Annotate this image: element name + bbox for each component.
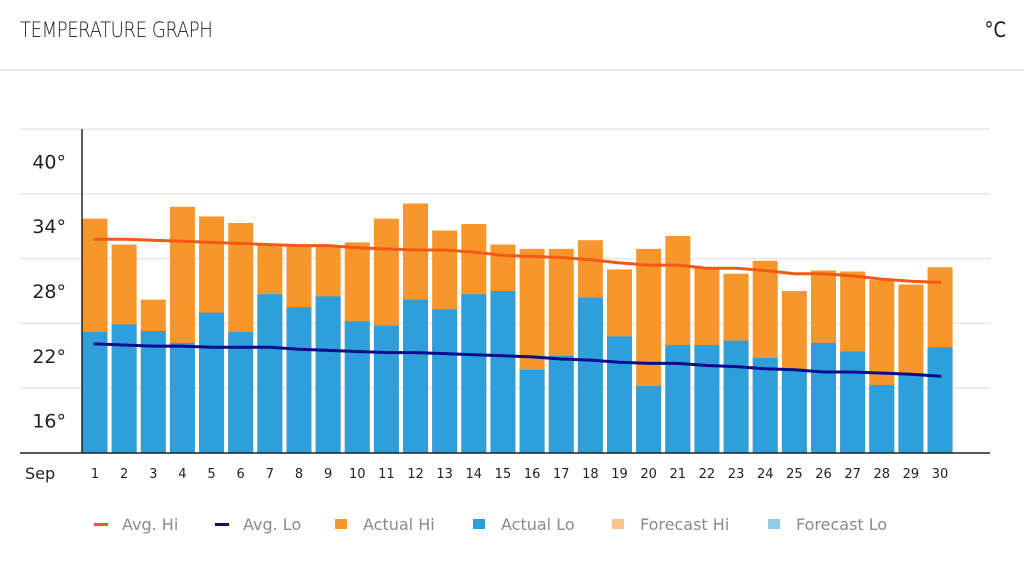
legend-label: Actual Lo [501, 514, 575, 534]
actual-lo-bar [607, 336, 633, 453]
x-tick-label: 18 [582, 467, 599, 482]
actual-lo-bar [811, 342, 836, 453]
actual-lo-bar [228, 332, 254, 453]
x-tick-label: 1 [91, 467, 99, 482]
x-tick-label: 24 [757, 467, 774, 482]
actual-lo-bar [752, 357, 778, 453]
y-tick-label: 40° [32, 151, 66, 173]
actual-lo-bar [373, 325, 399, 453]
x-tick-label: 3 [149, 467, 157, 482]
x-tick-labels: Sep 1 2 3 4 5 6 7 8 9 10 11 12 13 14 15 16 17 18 19 20 21 22 23… [25, 464, 948, 483]
y-tick-label: 22° [32, 346, 66, 368]
actual-lo-bar [840, 351, 866, 453]
chart-legend: Avg. Hi Avg. Lo Actual Hi Actual Lo Forecast… [0, 510, 1024, 538]
actual-lo-bar [315, 296, 341, 453]
x-tick-label: 27 [844, 467, 861, 482]
actual-lo-bar [548, 355, 574, 453]
month-label: Sep [25, 464, 55, 483]
x-tick-label: 23 [728, 467, 745, 482]
x-tick-label: 17 [553, 467, 570, 482]
actual-lo-bar [665, 345, 691, 453]
legend-item[interactable]: Forecast Hi [612, 510, 729, 538]
actual-lo-bar [169, 342, 195, 453]
legend-label: Avg. Lo [243, 514, 302, 534]
x-tick-label: 15 [495, 467, 512, 482]
x-tick-label: 26 [815, 467, 832, 482]
actual-lo-bar [199, 312, 225, 453]
legend-item[interactable]: Avg. Lo [215, 510, 301, 538]
legend-item[interactable]: Avg. Hi [94, 510, 178, 538]
x-tick-label: 4 [178, 467, 186, 482]
actual-lo-bar [140, 330, 166, 453]
legend-item[interactable]: Actual Lo [473, 510, 575, 538]
x-tick-label: 16 [524, 467, 541, 482]
x-tick-label: 7 [266, 467, 274, 482]
legend-label: Actual Hi [363, 514, 435, 534]
actual-lo-bar [257, 294, 283, 453]
x-tick-label: 20 [640, 467, 657, 482]
actual-lo-bar [519, 369, 545, 453]
x-tick-label: 13 [436, 467, 453, 482]
x-tick-label: 5 [207, 467, 215, 482]
actual-lo-bar [869, 384, 895, 453]
x-tick-label: 19 [611, 467, 628, 482]
x-tick-label: 29 [903, 467, 920, 482]
x-tick-label: 8 [295, 467, 303, 482]
actual-lo-bar [577, 297, 603, 453]
actual-lo-bar [636, 386, 662, 453]
x-tick-label: 6 [237, 467, 245, 482]
temperature-chart: 16°22°28°34°40° Sep 1 2 3 4 5 6 7 8 9 10 11 12 13 14 15… [20, 128, 990, 483]
y-tick-label: 34° [32, 216, 66, 238]
y-tick-label: 16° [32, 411, 66, 433]
x-tick-label: 14 [466, 467, 483, 482]
actual-lo-bar [927, 347, 953, 453]
legend-square-icon [473, 519, 485, 529]
legend-item[interactable]: Forecast Lo [768, 510, 887, 538]
x-tick-label: 12 [407, 467, 424, 482]
x-tick-label: 22 [699, 467, 716, 482]
actual-lo-bar [694, 345, 720, 453]
x-tick-label: 11 [378, 467, 395, 482]
actual-lo-bar [82, 332, 108, 453]
actual-lo-bar [898, 373, 924, 453]
x-tick-label: 9 [324, 467, 332, 482]
legend-item[interactable]: Actual Hi [335, 510, 435, 538]
x-tick-label: 28 [874, 467, 891, 482]
legend-square-icon [768, 519, 780, 529]
x-tick-label: 30 [932, 467, 949, 482]
legend-square-icon [612, 519, 624, 529]
x-tick-label: 21 [670, 467, 687, 482]
y-tick-label: 28° [32, 281, 66, 303]
legend-label: Avg. Hi [122, 514, 179, 534]
legend-line-icon [94, 522, 108, 526]
actual-lo-bar [723, 340, 749, 453]
actual-lo-bar [490, 291, 516, 453]
actual-lo-bar [432, 309, 458, 453]
x-tick-label: 25 [786, 467, 803, 482]
x-tick-label: 10 [349, 467, 366, 482]
actual-lo-bar [344, 321, 370, 453]
actual-lo-bar [403, 299, 429, 453]
legend-label: Forecast Hi [640, 514, 730, 534]
legend-line-icon [215, 522, 229, 526]
actual-lo-bar [461, 294, 487, 453]
legend-square-icon [335, 519, 347, 529]
x-tick-label: 2 [120, 467, 128, 482]
legend-label: Forecast Lo [796, 514, 888, 534]
actual-lo-bar [286, 307, 312, 453]
actual-lo-bar [781, 368, 807, 453]
